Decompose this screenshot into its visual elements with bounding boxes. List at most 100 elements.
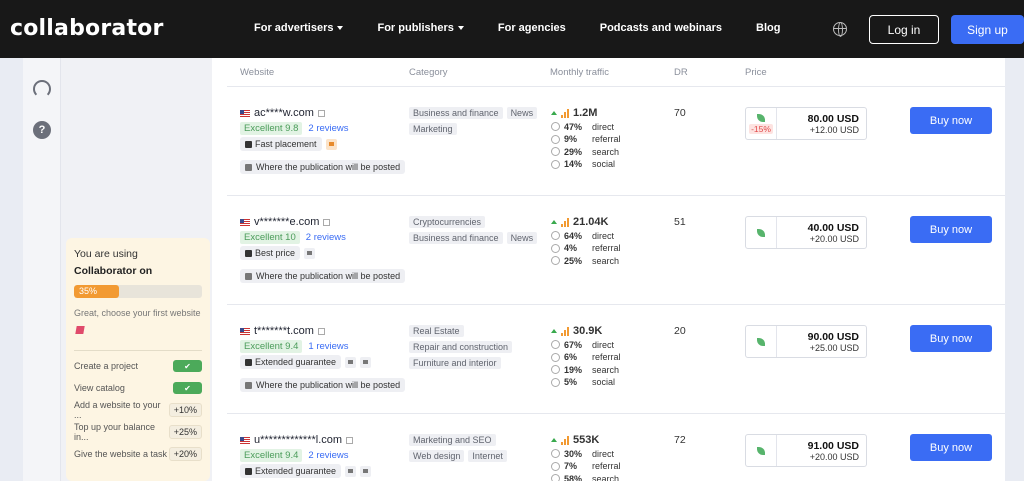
reviews-link[interactable]: 2 reviews [308, 450, 348, 461]
divider [74, 350, 202, 351]
category-list: Marketing and SEO Web design Internet [409, 434, 539, 462]
column-header-traffic[interactable]: Monthly traffic [550, 67, 609, 78]
people-icon[interactable] [345, 465, 357, 477]
external-link-icon[interactable] [346, 436, 354, 444]
help-icon[interactable]: ? [33, 121, 51, 139]
us-flag-icon [240, 436, 250, 444]
publication-label: Where the publication will be posted [256, 162, 401, 172]
globe-icon[interactable] [833, 22, 847, 37]
column-header-category[interactable]: Category [409, 67, 448, 78]
onboarding-card: You are using Collaborator on 35% Great,… [66, 238, 210, 481]
publication-placement[interactable]: Where the publication will be posted [240, 378, 406, 392]
doc-icon[interactable] [345, 356, 357, 368]
traffic-cell: 30.9K 67% direct 6% referral 19% search … [551, 325, 621, 387]
traffic-total: 30.9K [573, 325, 603, 337]
category-tag: News [506, 232, 538, 244]
traffic-source: direct [592, 448, 615, 459]
traffic-source-icon [551, 134, 560, 144]
traffic-source-icon [551, 340, 560, 349]
price-right: 40.00 USD +20.00 USD [777, 217, 866, 248]
signup-button[interactable]: Sign up [951, 15, 1024, 44]
nav-blog[interactable]: Blog [756, 22, 780, 34]
chat-icon[interactable] [325, 138, 337, 150]
task-create-project[interactable]: Create a project ✔ [74, 359, 202, 373]
traffic-share: 30% [564, 448, 583, 459]
price-right: 80.00 USD +12.00 USD [777, 108, 866, 139]
website-link[interactable]: ac****w.com [240, 107, 325, 119]
buy-now-button[interactable]: Buy now [910, 216, 992, 243]
buy-now-button[interactable]: Buy now [910, 325, 992, 352]
chat-icon[interactable] [360, 356, 372, 368]
price-value: 90.00 USD [807, 331, 859, 343]
rating-row: Excellent 9.4 1 reviews [240, 340, 349, 353]
website-link[interactable]: v*******e.com [240, 216, 331, 228]
traffic-line: 6% referral [551, 352, 621, 362]
rating-badge: Excellent 9.4 [240, 340, 303, 353]
feature-tags: Extended guarantee [240, 464, 372, 478]
publication-placement[interactable]: Where the publication will be posted [240, 269, 406, 283]
website-link[interactable]: t*******t.com [240, 325, 325, 337]
task-add-website[interactable]: Add a website to your ... +10% [74, 400, 202, 420]
traffic-head: 30.9K [551, 325, 621, 337]
traffic-source: search [592, 473, 620, 481]
column-header-website[interactable]: Website [240, 67, 274, 78]
price-box[interactable]: 91.00 USD +20.00 USD [745, 434, 867, 467]
rating-badge: Excellent 9.8 [240, 122, 303, 135]
reviews-link[interactable]: 2 reviews [306, 232, 346, 243]
feature-tags: Fast placement [240, 137, 337, 151]
nav-podcasts[interactable]: Podcasts and webinars [600, 22, 722, 34]
external-link-icon[interactable] [323, 218, 331, 226]
traffic-source-icon [551, 352, 560, 362]
nav-label: For advertisers [254, 22, 334, 34]
headset-icon[interactable] [33, 80, 51, 98]
website-link[interactable]: u*************l.com [240, 434, 354, 446]
feature-badge-label: Extended guarantee [255, 466, 337, 476]
category-tag: Web design [409, 450, 465, 462]
badge-icon [245, 358, 252, 366]
chat-icon[interactable] [360, 465, 372, 477]
traffic-line: 4% referral [551, 243, 621, 253]
task-give-task[interactable]: Give the website a task +20% [74, 447, 202, 461]
price-box[interactable]: 90.00 USD +25.00 USD [745, 325, 867, 358]
external-link-icon[interactable] [317, 327, 325, 335]
traffic-share: 7% [564, 461, 578, 471]
traffic-line: 14% social [551, 159, 621, 169]
us-flag-icon [240, 109, 250, 117]
external-link-icon[interactable] [317, 109, 325, 117]
task-view-catalog[interactable]: View catalog ✔ [74, 381, 202, 395]
price-box[interactable]: 40.00 USD +20.00 USD [745, 216, 867, 249]
traffic-source: social [592, 377, 616, 387]
login-button[interactable]: Log in [869, 15, 939, 44]
column-header-dr[interactable]: DR [674, 67, 688, 78]
logo[interactable]: collaborator [10, 16, 164, 41]
main-nav: For advertisers For publishers For agenc… [254, 22, 814, 34]
nav-for-agencies[interactable]: For agencies [498, 22, 566, 34]
column-header-price[interactable]: Price [745, 67, 767, 78]
chat-icon[interactable] [304, 247, 316, 259]
nav-for-advertisers[interactable]: For advertisers [254, 22, 344, 34]
buy-now-button[interactable]: Buy now [910, 434, 992, 461]
price-left [746, 326, 777, 357]
price-box[interactable]: -15% 80.00 USD +12.00 USD [745, 107, 867, 140]
rating-row: Excellent 9.4 2 reviews [240, 449, 349, 462]
traffic-cell: 21.04K 64% direct 4% referral 25% search [551, 216, 621, 266]
dr-value: 72 [674, 434, 686, 446]
price-extra: +12.00 USD [809, 125, 859, 135]
publication-placement[interactable]: Where the publication will be posted [240, 160, 406, 174]
buy-now-button[interactable]: Buy now [910, 107, 992, 134]
traffic-head: 1.2M [551, 107, 621, 119]
traffic-source-icon [551, 147, 560, 156]
traffic-line: 58% search [551, 474, 621, 481]
traffic-line: 30% direct [551, 449, 621, 459]
traffic-line: 9% referral [551, 134, 621, 144]
traffic-share: 25% [564, 255, 583, 266]
nav-for-publishers[interactable]: For publishers [377, 22, 464, 34]
traffic-share: 6% [564, 352, 578, 362]
reviews-link[interactable]: 2 reviews [308, 123, 348, 134]
nav-label: For agencies [497, 22, 566, 34]
reviews-link[interactable]: 1 reviews [308, 341, 348, 352]
task-top-up[interactable]: Top up your balance in... +25% [74, 422, 202, 442]
price-left: -15% [746, 108, 777, 139]
row-divider [227, 413, 1005, 414]
price-extra: +20.00 USD [809, 452, 859, 462]
